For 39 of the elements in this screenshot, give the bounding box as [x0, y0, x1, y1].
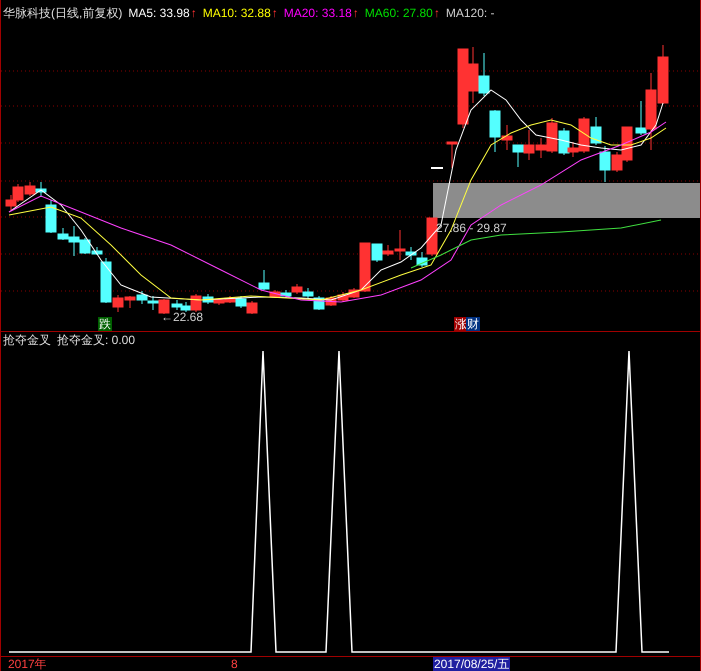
candlestick [302, 288, 314, 298]
axis-label: 2017年 [7, 657, 48, 671]
candlestick [478, 52, 490, 96]
candlestick [658, 44, 668, 104]
candlestick [590, 116, 602, 146]
moving-average-label: MA60: 27.80 [364, 5, 433, 22]
indicator-reading: 抢夺金叉: 0.00 [57, 332, 136, 349]
candlestick [338, 292, 348, 302]
candlestick [136, 290, 148, 304]
axis-label: 8 [230, 657, 239, 671]
signal-tag: 跌 [98, 317, 112, 331]
chart-title: 华脉科技(日线,前复权) [3, 5, 122, 22]
price-annotation: ←22.68 [161, 310, 204, 324]
moving-average-label: MA20: 33.18 [284, 5, 352, 22]
candlestick [468, 46, 478, 104]
candlestick [280, 290, 292, 298]
moving-average-label: MA120: - [446, 5, 495, 22]
up-arrow-icon: ↑ [190, 4, 197, 22]
signal-tag: 财 [466, 317, 480, 331]
candlestick [292, 284, 302, 294]
moving-average-label: MA10: 32.88 [202, 5, 271, 22]
candlestick [6, 194, 16, 210]
candlestick [24, 182, 36, 196]
indicator-name: 抢夺金叉 [3, 332, 51, 349]
up-arrow-icon: ↑ [352, 4, 359, 22]
candlestick [446, 142, 458, 168]
candlestick [148, 296, 158, 310]
axis-label: 2017/08/25/五 [433, 657, 510, 671]
candlestick [172, 300, 182, 310]
up-arrow-icon: ↑ [272, 4, 278, 22]
candlestick [512, 144, 524, 168]
moving-average-label: MA5: 33.98 [128, 5, 190, 22]
candlestick [158, 298, 170, 314]
candlestick [12, 184, 24, 202]
up-arrow-icon: ↑ [434, 4, 440, 22]
candlestick [36, 182, 46, 198]
price-marker-icon [431, 167, 443, 169]
candlestick [246, 300, 258, 314]
candlestick [124, 296, 136, 308]
